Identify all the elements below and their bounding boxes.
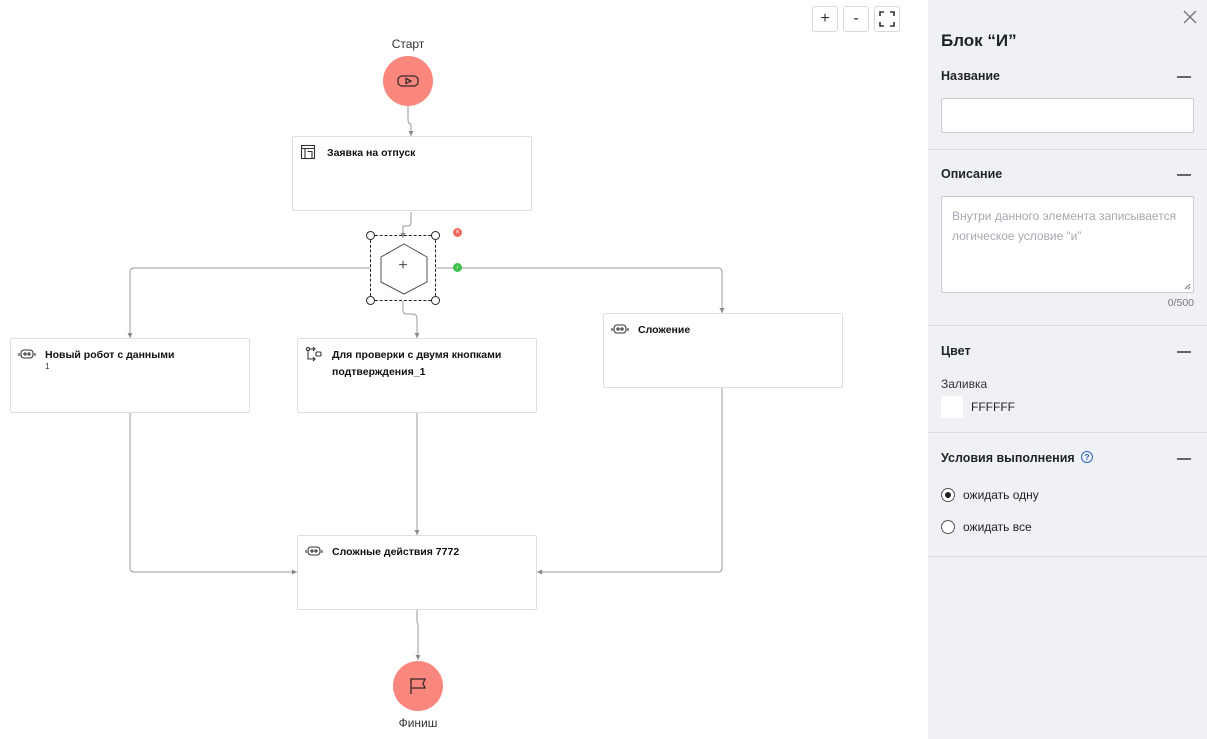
node-title: Для проверки с двумя кнопками подтвержде… <box>332 349 502 378</box>
fill-color-value[interactable]: FFFFFF <box>971 400 1015 414</box>
start-event[interactable] <box>383 56 433 106</box>
process-canvas[interactable]: + - Старт Заявка на отпуск + × › Новый р… <box>0 0 928 739</box>
description-textarea[interactable]: Внутри данного элемента записывается лог… <box>941 196 1194 293</box>
close-icon[interactable]: × <box>453 228 462 237</box>
name-section: Название <box>928 0 1207 150</box>
fullscreen-icon <box>879 11 895 27</box>
plus-icon: + <box>398 257 408 274</box>
zoom-in-label: + <box>820 10 830 27</box>
edge-bottom-to-finish <box>416 610 419 660</box>
collapse-conditions-button[interactable] <box>1177 451 1191 465</box>
name-input[interactable] <box>941 98 1194 133</box>
edge-gateway-to-middle <box>402 301 418 338</box>
radio-wait-one[interactable] <box>941 488 955 502</box>
conditions-section: Условия выполнения ? ожидать одну ожидат… <box>928 433 1207 557</box>
node-check-two-buttons[interactable]: Для проверки с двумя кнопками подтвержде… <box>297 338 537 413</box>
conditions-section-label: Условия выполнения <box>941 451 1075 465</box>
edge-left-to-bottom <box>129 413 297 573</box>
description-placeholder: Внутри данного элемента записывается лог… <box>952 209 1177 243</box>
arrow-right-icon[interactable]: › <box>453 263 462 272</box>
properties-panel: Блок “И” Название Описание Внутри данног… <box>928 0 1207 739</box>
resize-handle-bl[interactable] <box>366 296 375 305</box>
start-label: Старт <box>391 37 425 51</box>
finish-event[interactable] <box>393 661 443 711</box>
node-title: Сложение <box>638 324 691 336</box>
node-complex-actions[interactable]: Сложные действия 7772 <box>297 535 537 610</box>
robot-icon <box>305 546 323 556</box>
description-section: Описание Внутри данного элемента записыв… <box>928 150 1207 326</box>
fullscreen-button[interactable] <box>874 6 900 32</box>
description-section-label: Описание <box>941 167 1003 181</box>
resize-handle-tr[interactable] <box>431 231 440 240</box>
name-section-label: Название <box>941 69 1001 83</box>
node-title: Новый робот с данными <box>45 349 175 361</box>
radio-wait-one-label[interactable]: ожидать одну <box>963 488 1039 502</box>
flow-icon <box>305 346 322 362</box>
collapse-name-button[interactable] <box>1177 69 1191 83</box>
finish-label: Финиш <box>398 716 438 730</box>
robot-icon <box>611 324 629 334</box>
zoom-out-label: - <box>853 10 859 27</box>
zoom-out-button[interactable]: - <box>843 6 869 32</box>
collapse-description-button[interactable] <box>1177 167 1191 181</box>
collapse-color-button[interactable] <box>1177 344 1191 358</box>
node-addition[interactable]: Сложение <box>603 313 843 388</box>
help-icon[interactable]: ? <box>1081 451 1093 463</box>
flag-icon <box>410 678 427 694</box>
node-title: Сложные действия 7772 <box>332 546 460 558</box>
edge-right-to-bottom <box>537 388 723 573</box>
node-title: Заявка на отпуск <box>327 147 416 159</box>
resize-grip-icon[interactable] <box>1184 283 1191 290</box>
node-subtitle: 1 <box>45 362 50 371</box>
fill-color-swatch[interactable] <box>941 396 963 418</box>
form-icon <box>300 144 316 160</box>
edge-gateway-to-right <box>436 267 723 313</box>
zoom-in-button[interactable]: + <box>812 6 838 32</box>
resize-handle-br[interactable] <box>431 296 440 305</box>
radio-wait-all[interactable] <box>941 520 955 534</box>
fill-label: Заливка <box>941 377 988 391</box>
node-vacation-request[interactable]: Заявка на отпуск <box>292 136 532 211</box>
color-section-label: Цвет <box>941 344 971 358</box>
resize-handle-tl[interactable] <box>366 231 375 240</box>
radio-wait-all-label[interactable]: ожидать все <box>963 520 1032 534</box>
play-icon <box>397 75 419 87</box>
description-counter: 0/500 <box>1167 297 1194 309</box>
node-new-robot[interactable]: Новый робот с данными 1 <box>10 338 250 413</box>
and-gateway[interactable]: + <box>366 231 440 305</box>
color-section: Цвет Заливка FFFFFF <box>928 326 1207 433</box>
robot-icon <box>18 349 36 359</box>
edge-gateway-to-left <box>129 267 370 338</box>
